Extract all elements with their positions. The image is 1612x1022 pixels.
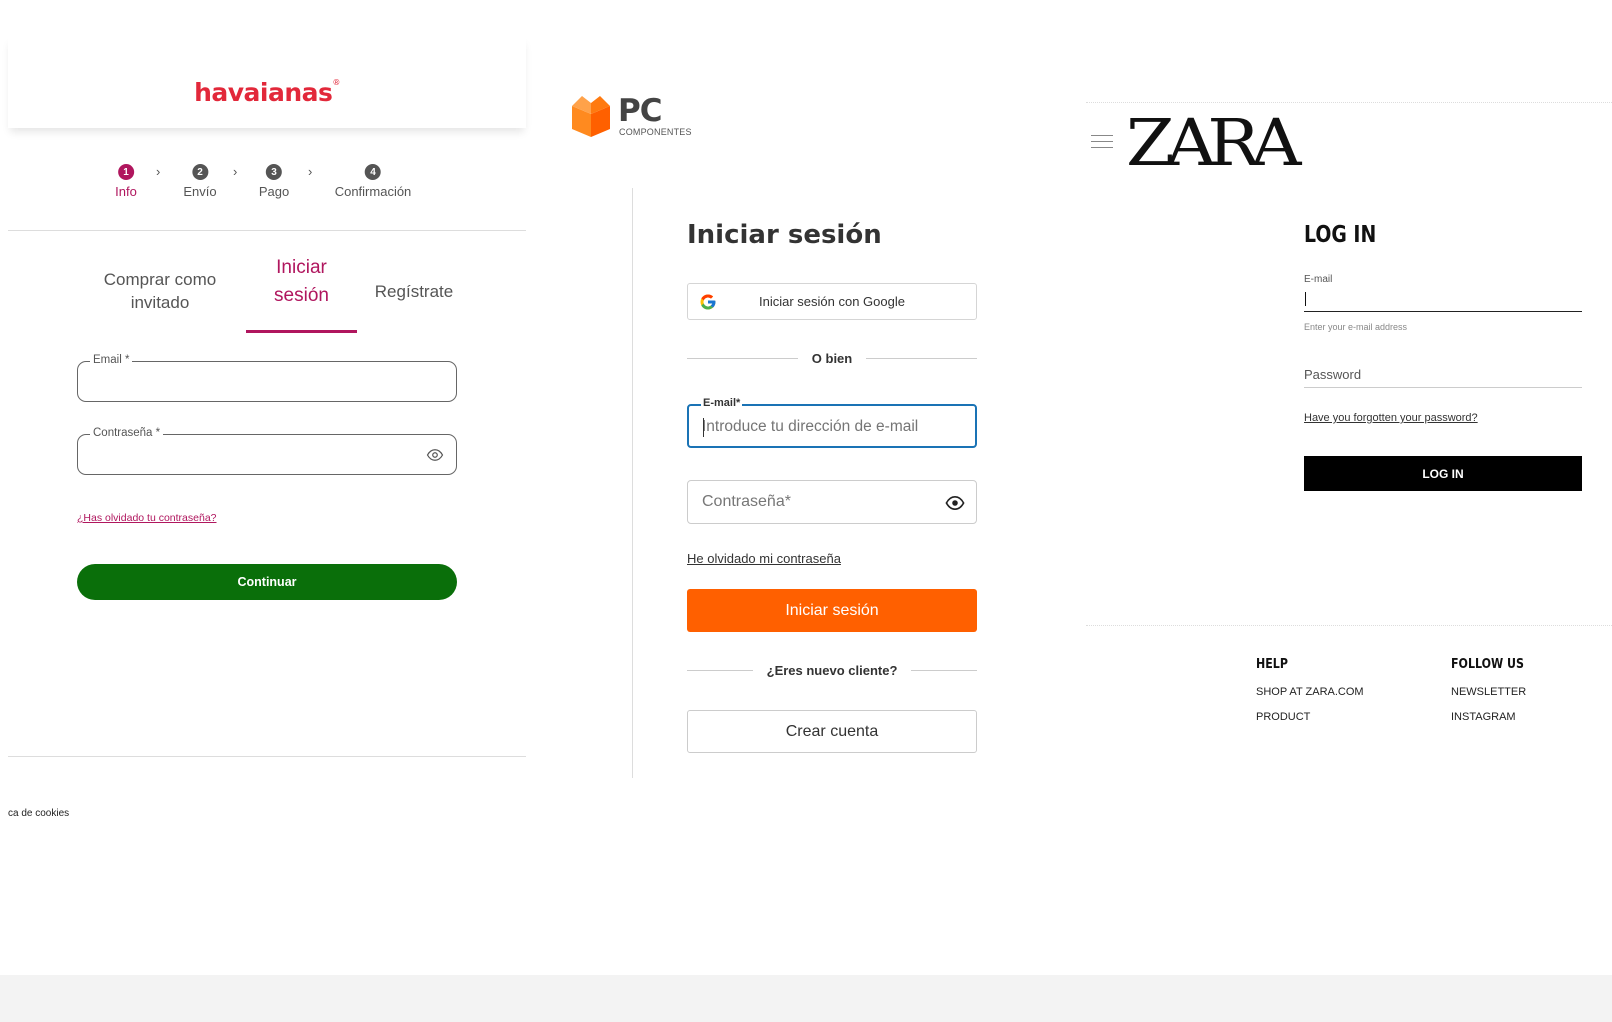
step-envio[interactable]: 2 Envío (183, 164, 217, 199)
footer-follow-heading: FOLLOW US (1451, 657, 1524, 672)
pccomponentes-wordmark: PC (618, 93, 662, 129)
login-button[interactable]: LOG IN (1304, 456, 1582, 491)
separator-label: O bien (811, 350, 853, 366)
email-field[interactable]: E-mail* (687, 397, 977, 448)
pccomponentes-logo[interactable]: PC COMPONENTES (570, 94, 710, 140)
footer-link-shop[interactable]: SHOP AT ZARA.COM (1256, 686, 1364, 698)
text-cursor (703, 418, 704, 437)
page-title: Iniciar sesión (687, 220, 882, 250)
step-number: 1 (118, 164, 134, 180)
havaianas-logo[interactable]: havaianas® (8, 78, 526, 107)
show-password-eye-icon[interactable] (945, 494, 965, 512)
google-button-label: Iniciar sesión con Google (759, 294, 905, 309)
divider (8, 756, 526, 757)
step-number: 4 (365, 164, 381, 180)
havaianas-login-panel: havaianas® 1 Info › 2 Envío › 3 Pago › 4… (8, 36, 526, 834)
divider (1086, 625, 1612, 626)
screenshot-collage: havaianas® 1 Info › 2 Envío › 3 Pago › 4… (0, 0, 1612, 1022)
divider (8, 230, 526, 231)
zara-logo[interactable]: ZARA (1126, 111, 1301, 175)
google-login-button[interactable]: Iniciar sesión con Google (687, 283, 977, 320)
pccomponentes-subtitle: COMPONENTES (619, 127, 692, 137)
separator-line (911, 669, 978, 671)
tab-guest-checkout[interactable]: Comprar como invitado (90, 268, 230, 314)
or-separator: O bien (687, 350, 978, 366)
password-field[interactable]: Contraseña * (77, 427, 457, 475)
email-label: E-mail* (701, 397, 743, 409)
step-label: Info (115, 184, 137, 199)
page-bottom-band (0, 975, 1612, 1022)
email-input[interactable] (1304, 311, 1582, 312)
step-label: Envío (183, 184, 217, 199)
tab-login[interactable]: Iniciar sesión (246, 254, 357, 310)
tab-label: invitado (130, 293, 190, 312)
step-label: Pago (258, 184, 290, 199)
step-info[interactable]: 1 Info (115, 164, 137, 199)
email-label: E-mail (1304, 274, 1333, 285)
footer-link-instagram[interactable]: INSTAGRAM (1451, 711, 1516, 723)
hamburger-menu-icon[interactable] (1091, 135, 1113, 149)
page-title: LOG IN (1304, 222, 1377, 248)
tab-register[interactable]: Regístrate (366, 280, 462, 303)
email-label: Email * (90, 354, 133, 366)
show-password-eye-icon[interactable] (426, 446, 444, 464)
checkout-stepper: 1 Info › 2 Envío › 3 Pago › 4 Confirmaci… (8, 164, 526, 204)
footer-link-newsletter[interactable]: NEWSLETTER (1451, 686, 1526, 698)
login-button[interactable]: Iniciar sesión (687, 589, 977, 632)
chevron-right-icon: › (156, 164, 161, 179)
havaianas-header: havaianas® (8, 36, 526, 128)
separator-line (687, 357, 798, 359)
separator-line (866, 357, 978, 359)
email-hint: Enter your e-mail address (1304, 322, 1408, 332)
google-icon (700, 294, 716, 310)
footer-help-heading: HELP (1256, 657, 1288, 672)
tab-label: Iniciar (276, 257, 327, 278)
password-placeholder: Contraseña* (702, 493, 791, 510)
divider (632, 188, 633, 778)
footer-link-product[interactable]: PRODUCT (1256, 711, 1310, 723)
chevron-right-icon: › (233, 164, 238, 179)
separator-line (687, 669, 753, 671)
tab-label: sesión (274, 285, 329, 306)
step-pago[interactable]: 3 Pago (259, 164, 289, 199)
new-customer-separator: ¿Eres nuevo cliente? (687, 662, 978, 678)
registered-mark: ® (332, 78, 340, 87)
pccomponentes-box-icon (572, 96, 610, 137)
chevron-right-icon: › (308, 164, 313, 179)
step-number: 3 (266, 164, 282, 180)
forgot-password-link[interactable]: He olvidado mi contraseña (687, 551, 841, 566)
forgot-password-link[interactable]: ¿Has olvidado tu contraseña? (77, 512, 217, 524)
text-cursor (1305, 292, 1306, 306)
cookie-policy-link[interactable]: ca de cookies (8, 808, 69, 819)
separator-label: ¿Eres nuevo cliente? (766, 662, 898, 678)
continue-button[interactable]: Continuar (77, 564, 457, 600)
password-field[interactable]: Contraseña* (687, 480, 977, 524)
step-number: 2 (192, 164, 208, 180)
password-label: Password (1304, 367, 1362, 382)
active-tab-indicator (246, 330, 357, 333)
password-label: Contraseña * (90, 427, 164, 439)
forgot-password-link[interactable]: Have you forgotten your password? (1304, 412, 1478, 424)
email-field[interactable]: Email * (77, 354, 457, 402)
step-confirmacion[interactable]: 4 Confirmación (334, 164, 412, 199)
step-label: Confirmación (334, 184, 412, 199)
tab-label: Comprar como (103, 270, 217, 289)
divider (1086, 102, 1612, 103)
email-input[interactable] (702, 418, 962, 436)
create-account-button[interactable]: Crear cuenta (687, 710, 977, 753)
password-input[interactable] (1304, 387, 1582, 388)
